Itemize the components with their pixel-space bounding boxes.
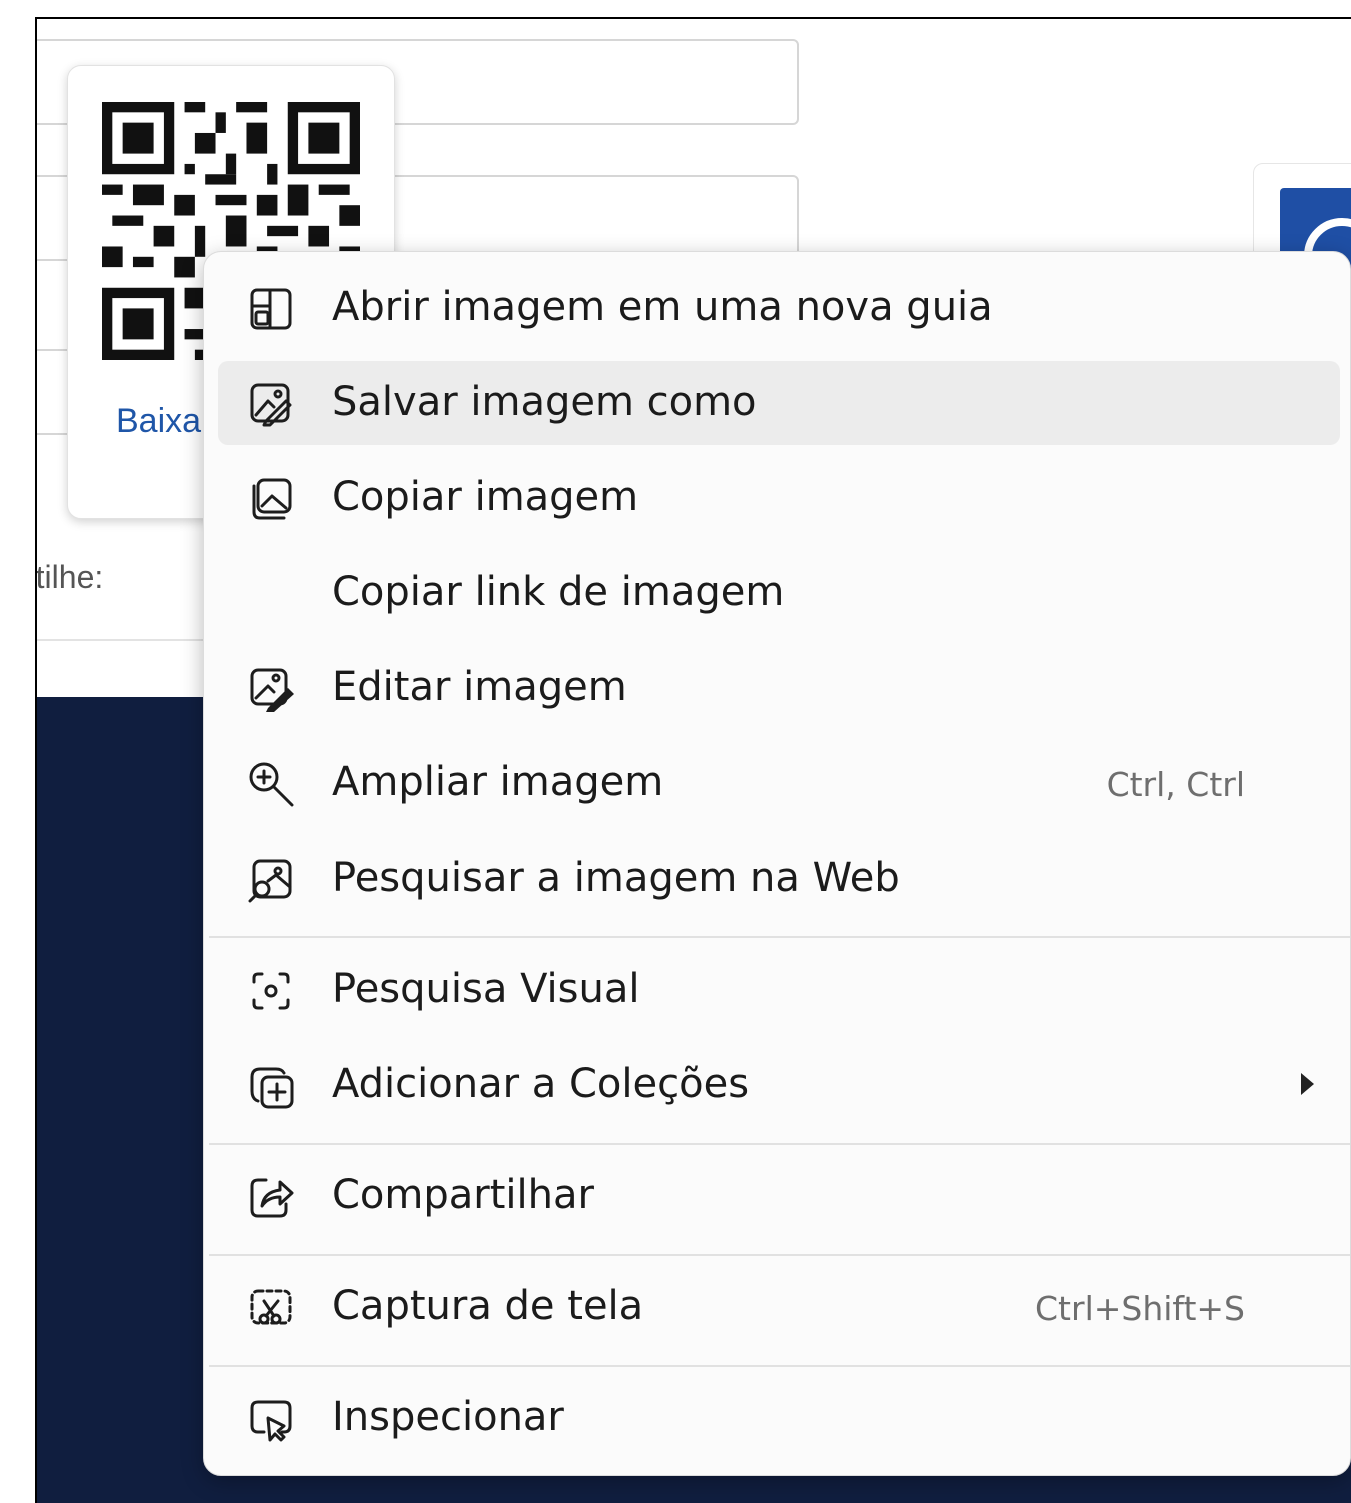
menu-item-copy-image[interactable]: Copiar imagem — [218, 456, 1340, 540]
menu-item-label: Captura de tela — [332, 1283, 644, 1329]
visual-search-icon — [252, 972, 290, 1010]
edit-image-icon — [250, 668, 294, 712]
add-to-collections-icon — [250, 1067, 294, 1109]
share-icon — [250, 1178, 294, 1218]
menu-item-inspect[interactable]: Inspecionar — [218, 1376, 1340, 1460]
copy-image-icon — [252, 478, 292, 520]
menu-item-label: Adicionar a Coleções — [332, 1061, 750, 1107]
menu-item-shortcut: Ctrl+Shift+S — [1035, 1289, 1245, 1328]
screenshot-icon — [250, 1289, 292, 1325]
save-image-icon — [250, 383, 292, 427]
menu-item-copy-image-link[interactable]: Copiar link de imagem — [218, 551, 1340, 635]
menu-item-label: Inspecionar — [332, 1394, 564, 1440]
menu-item-edit-image[interactable]: Editar imagem — [218, 646, 1340, 730]
search-image-web-icon — [248, 859, 292, 903]
menu-separator — [209, 1365, 1350, 1367]
menu-item-label: Ampliar imagem — [332, 759, 664, 805]
menu-item-label: Pesquisar a imagem na Web — [332, 855, 900, 901]
download-link[interactable]: Baixa — [116, 402, 201, 441]
menu-item-screenshot[interactable]: Captura de tela Ctrl+Shift+S — [218, 1265, 1340, 1349]
menu-item-share[interactable]: Compartilhar — [218, 1154, 1340, 1238]
menu-item-label: Editar imagem — [332, 664, 627, 710]
menu-item-label: Compartilhar — [332, 1172, 594, 1218]
menu-item-zoom-image[interactable]: Ampliar imagem Ctrl, Ctrl — [218, 741, 1340, 825]
menu-separator — [209, 1254, 1350, 1256]
menu-item-shortcut: Ctrl, Ctrl — [1106, 765, 1245, 804]
menu-item-search-image-web[interactable]: Pesquisar a imagem na Web — [218, 837, 1340, 921]
menu-item-label: Abrir imagem em uma nova guia — [332, 284, 993, 330]
menu-item-label: Copiar link de imagem — [332, 569, 785, 615]
menu-separator — [209, 1143, 1350, 1145]
context-menu: Abrir imagem em uma nova guia Salvar ima… — [203, 251, 1351, 1476]
zoom-in-icon — [249, 762, 294, 807]
menu-item-add-to-collections[interactable]: Adicionar a Coleções — [218, 1043, 1340, 1127]
inspect-icon — [250, 1400, 292, 1442]
menu-item-label: Pesquisa Visual — [332, 966, 640, 1012]
share-label: rtilhe: — [35, 559, 104, 595]
menu-item-label: Salvar imagem como — [332, 379, 757, 425]
open-image-new-tab-icon — [250, 288, 292, 330]
menu-separator — [209, 936, 1350, 938]
submenu-arrow-icon — [1301, 1073, 1314, 1095]
menu-item-save-image[interactable]: Salvar imagem como — [218, 361, 1340, 445]
menu-item-open-image-new-tab[interactable]: Abrir imagem em uma nova guia — [218, 266, 1340, 350]
menu-item-label: Copiar imagem — [332, 474, 639, 520]
menu-item-visual-search[interactable]: Pesquisa Visual — [218, 948, 1340, 1032]
